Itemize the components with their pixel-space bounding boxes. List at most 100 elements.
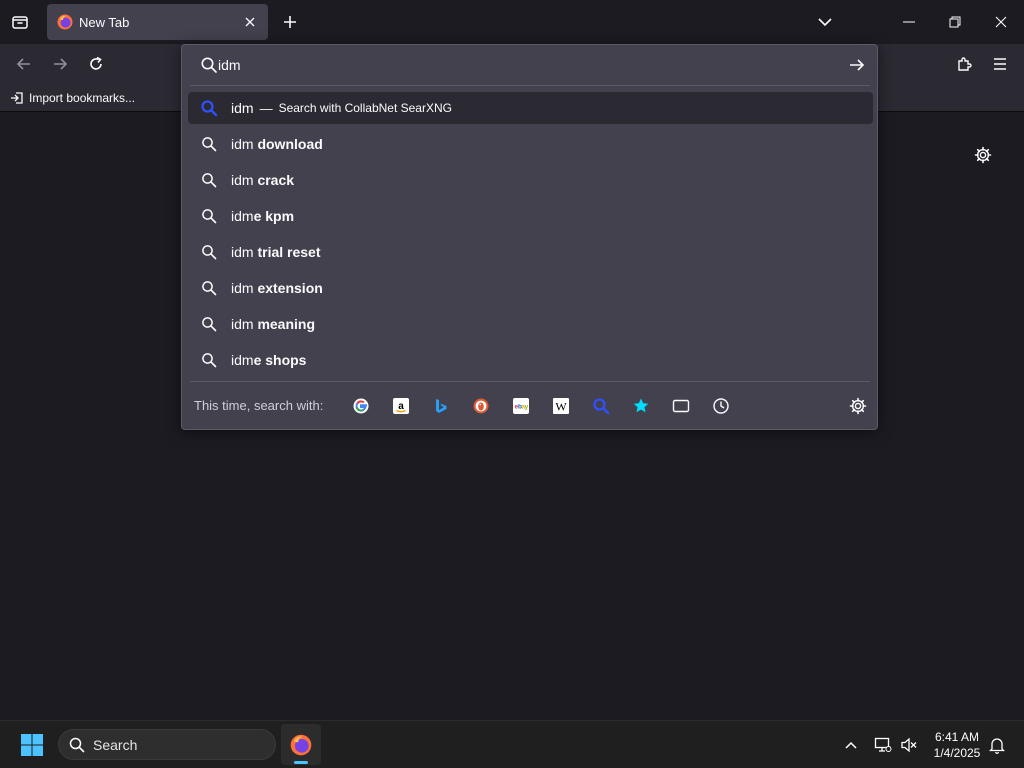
puzzle-icon [958, 57, 972, 71]
bookmarks-star-icon [633, 398, 649, 413]
restore-icon [949, 16, 961, 28]
engine-searxng-button[interactable] [590, 395, 612, 417]
notifications-button[interactable] [984, 731, 1010, 759]
suggestion-completion: crack [253, 172, 295, 188]
suggestion-row[interactable]: idm trial reset [188, 234, 873, 270]
arrow-left-icon [16, 58, 30, 70]
suggestion-prefix: idm [231, 208, 254, 224]
tab-strip: New Tab [0, 0, 1024, 44]
result-search-with-engine[interactable]: idm — Search with CollabNet SearXNG [188, 92, 873, 124]
app-menu-button[interactable] [985, 49, 1015, 79]
search-icon [200, 315, 218, 333]
reload-button[interactable] [81, 49, 111, 79]
taskbar: Search 6:41 AM 1/4/2025 [0, 720, 1024, 768]
suggestion-row[interactable]: idm extension [188, 270, 873, 306]
result-separator: — [259, 100, 273, 116]
hamburger-menu-icon [994, 58, 1006, 70]
chevron-up-icon [845, 741, 857, 749]
suggestion-row[interactable]: idm e shops [188, 342, 873, 378]
google-icon [353, 398, 369, 414]
urlbar-input-row [182, 45, 877, 85]
search-icon [200, 279, 218, 297]
ebay-icon: ebay [513, 398, 529, 414]
suggestion-prefix: idm [231, 172, 254, 188]
urlbar-input[interactable] [218, 51, 838, 79]
suggestion-row[interactable]: idm download [188, 126, 873, 162]
search-history-button[interactable] [710, 395, 732, 417]
list-all-tabs-button[interactable] [810, 8, 840, 36]
tab-title: New Tab [79, 14, 130, 30]
gear-icon [974, 146, 992, 164]
suggestion-completion: extension [253, 280, 323, 296]
one-off-label: This time, search with: [194, 398, 324, 413]
suggestion-completion: meaning [253, 316, 316, 332]
start-button[interactable] [14, 729, 50, 761]
svg-text:a: a [398, 401, 404, 412]
plus-icon [284, 16, 296, 28]
engine-ebay-button[interactable]: ebay [510, 395, 532, 417]
search-bookmarks-button[interactable] [630, 395, 652, 417]
restore-button[interactable] [932, 0, 978, 44]
network-button[interactable] [870, 731, 896, 759]
engine-wikipedia-button[interactable]: W [550, 395, 572, 417]
suggestion-completion: trial reset [253, 244, 321, 260]
firefox-view-icon [12, 16, 28, 29]
clock-date: 1/4/2025 [933, 746, 981, 760]
duckduckgo-icon [473, 398, 489, 414]
tab-new-tab[interactable]: New Tab [47, 4, 268, 40]
volume-button[interactable] [896, 731, 922, 759]
engine-duckduckgo-button[interactable] [470, 395, 492, 417]
taskbar-search-box[interactable]: Search [58, 729, 276, 760]
search-settings-button[interactable] [848, 396, 868, 416]
bell-icon [989, 738, 1005, 754]
result-engine-text: Search with CollabNet SearXNG [278, 101, 452, 115]
urlbar-results: idm — Search with CollabNet SearXNG idm … [188, 92, 873, 378]
suggestion-prefix: idm [231, 352, 254, 368]
urlbar-popup: idm — Search with CollabNet SearXNG idm … [181, 44, 878, 430]
import-bookmarks-button[interactable]: Import bookmarks... [10, 89, 135, 107]
go-button[interactable] [846, 54, 868, 76]
import-bookmarks-label: Import bookmarks... [29, 91, 136, 105]
suggestion-row[interactable]: idm e kpm [188, 198, 873, 234]
running-indicator [294, 761, 308, 764]
new-tab-button[interactable] [276, 8, 304, 36]
minimize-icon [903, 21, 915, 23]
searxng-icon [593, 398, 610, 415]
extensions-button[interactable] [949, 49, 979, 79]
engine-bing-button[interactable] [430, 395, 452, 417]
customize-new-tab-button[interactable] [970, 142, 996, 168]
search-icon [201, 57, 217, 73]
taskbar-firefox-button[interactable] [281, 724, 321, 765]
back-button[interactable] [9, 49, 39, 79]
close-icon [995, 16, 1007, 28]
suggestion-prefix: idm [231, 136, 254, 152]
close-window-button[interactable] [978, 0, 1024, 44]
engine-amazon-button[interactable]: a [390, 395, 412, 417]
one-off-search-bar: This time, search with: a ebay W [182, 382, 877, 430]
clock-time: 6:41 AM [934, 730, 980, 744]
taskbar-search-label: Search [93, 736, 138, 753]
suggestion-prefix: idm [231, 244, 254, 260]
firefox-view-button[interactable] [4, 6, 36, 38]
gear-icon [849, 397, 867, 415]
suggestion-completion: download [253, 136, 323, 152]
suggestion-row[interactable]: idm crack [188, 162, 873, 198]
arrow-right-icon [54, 58, 68, 70]
forward-button[interactable] [45, 49, 75, 79]
reload-icon [90, 56, 102, 70]
firefox-icon [290, 734, 312, 755]
arrow-right-icon [850, 59, 865, 71]
minimize-button[interactable] [886, 0, 932, 44]
show-hidden-icons-button[interactable] [838, 731, 864, 759]
engine-google-button[interactable] [350, 395, 372, 417]
tab-close-button[interactable] [240, 12, 260, 32]
tabs-icon [672, 399, 690, 413]
search-icon [200, 207, 218, 225]
chevron-down-icon [818, 18, 832, 27]
suggestion-row[interactable]: idm meaning [188, 306, 873, 342]
search-icon [200, 243, 218, 261]
taskbar-clock[interactable]: 6:41 AM 1/4/2025 [922, 729, 992, 761]
search-icon [200, 171, 218, 189]
search-tabs-button[interactable] [670, 395, 692, 417]
svg-text:y: y [525, 404, 529, 411]
